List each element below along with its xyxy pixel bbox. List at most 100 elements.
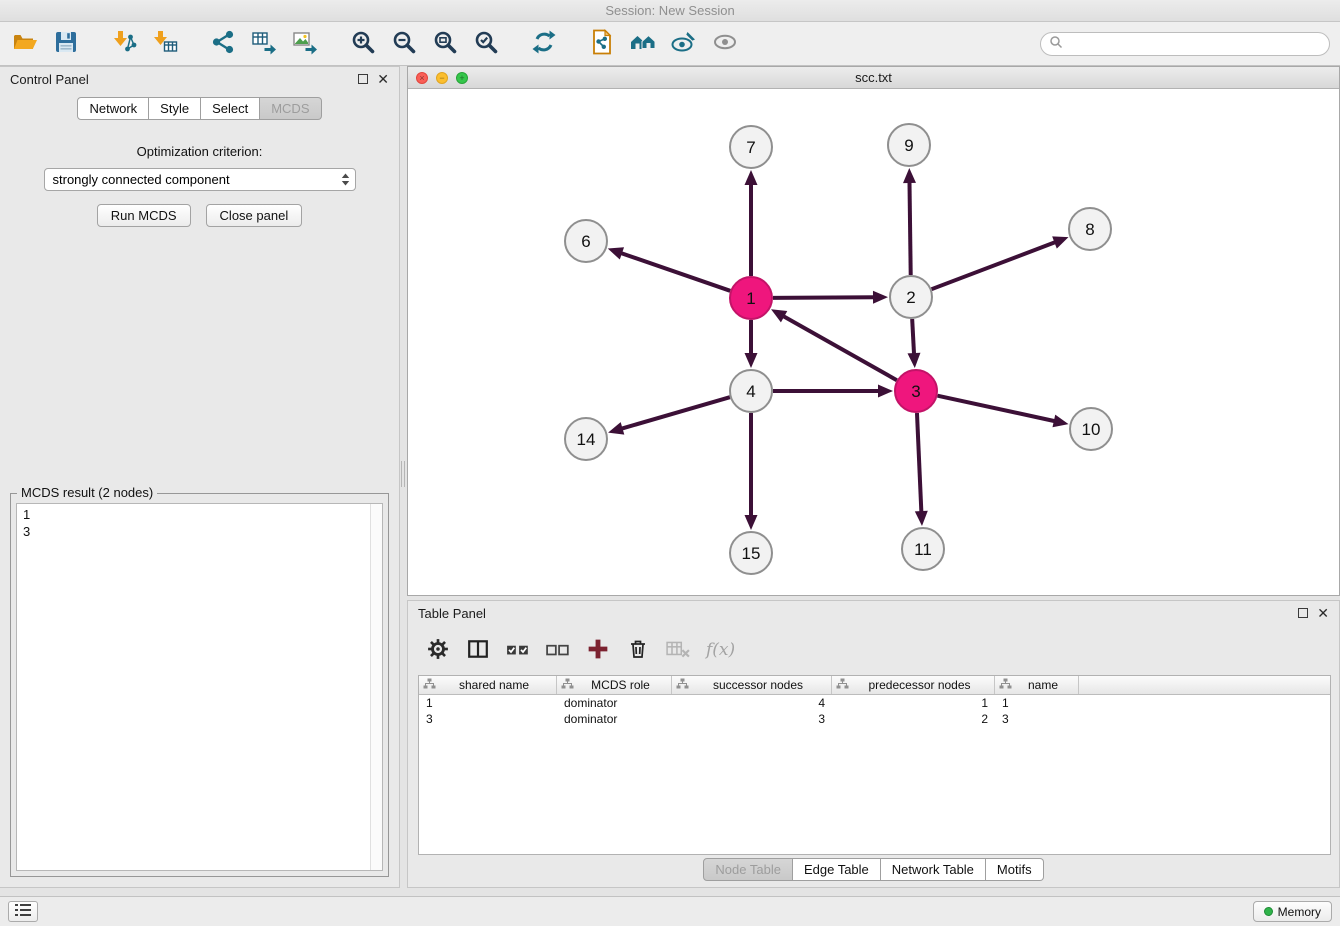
memory-button[interactable]: Memory: [1253, 901, 1332, 922]
graph-node-1[interactable]: 1: [730, 277, 772, 319]
application-window: Session: New Session Control Panel ✕ Net…: [0, 0, 1340, 926]
hide-graphics-button[interactable]: [708, 27, 742, 61]
graph-node-8[interactable]: 8: [1069, 208, 1111, 250]
graph-node-4[interactable]: 4: [730, 370, 772, 412]
memory-label: Memory: [1278, 905, 1321, 919]
column-header-successor-nodes[interactable]: successor nodes: [672, 676, 832, 694]
panel-resize-divider[interactable]: [400, 66, 407, 888]
tab-style[interactable]: Style: [149, 97, 201, 120]
graph-node-10[interactable]: 10: [1070, 408, 1112, 450]
criterion-dropdown[interactable]: strongly connected component: [44, 168, 356, 191]
close-panel-icon[interactable]: ✕: [377, 72, 389, 86]
show-panels-button[interactable]: [8, 901, 38, 922]
copy-network-button[interactable]: [585, 27, 619, 61]
graph-edge-2-8[interactable]: [932, 242, 1057, 289]
network-window: scc.txt × − + 7 9 6 8 1 2 4 3 14 10 15 11: [407, 66, 1340, 596]
tab-select[interactable]: Select: [201, 97, 260, 120]
select-all-icon: [506, 638, 530, 663]
graph-node-3[interactable]: 3: [895, 370, 937, 412]
graph-node-9[interactable]: 9: [888, 124, 930, 166]
graph-edge-3-11[interactable]: [917, 413, 921, 513]
graph-node-15[interactable]: 15: [730, 532, 772, 574]
column-header-mcds-role[interactable]: MCDS role: [557, 676, 672, 694]
close-window-icon[interactable]: ×: [416, 72, 428, 84]
graph-edge-2-9[interactable]: [909, 181, 910, 275]
show-graphics-button[interactable]: [667, 27, 701, 61]
search-input[interactable]: [1068, 34, 1319, 54]
export-image-button[interactable]: [288, 27, 322, 61]
minimize-window-icon[interactable]: −: [436, 72, 448, 84]
tab-network-table[interactable]: Network Table: [881, 858, 986, 881]
export-table-button[interactable]: [247, 27, 281, 61]
window-titlebar[interactable]: Session: New Session: [0, 0, 1340, 22]
tab-motifs[interactable]: Motifs: [986, 858, 1044, 881]
import-table-button[interactable]: [148, 27, 182, 61]
refresh-layout-icon: [531, 29, 557, 58]
graph-edge-1-6[interactable]: [620, 253, 730, 291]
zoom-in-button[interactable]: [346, 27, 380, 61]
network-canvas[interactable]: 7 9 6 8 1 2 4 3 14 10 15 11: [408, 89, 1339, 595]
import-network-button[interactable]: [107, 27, 141, 61]
edge-arrowhead: [873, 291, 888, 304]
new-network-button[interactable]: [206, 27, 240, 61]
graph-edge-3-10[interactable]: [937, 396, 1055, 422]
gear-button[interactable]: [426, 637, 450, 663]
control-panel-title: Control Panel: [10, 72, 89, 87]
graph-node-6[interactable]: 6: [565, 220, 607, 262]
close-table-panel-icon[interactable]: ✕: [1317, 606, 1329, 620]
control-panel-tabs: NetworkStyleSelectMCDS: [0, 97, 399, 120]
home-neighbors-icon: [630, 29, 656, 58]
zoom-fit-button[interactable]: [428, 27, 462, 61]
column-header-predecessor-nodes[interactable]: predecessor nodes: [832, 676, 995, 694]
function-builder-button[interactable]: f(x): [706, 637, 735, 663]
mcds-result-box: MCDS result (2 nodes) 13: [10, 493, 389, 877]
graph-node-7[interactable]: 7: [730, 126, 772, 168]
zoom-out-button[interactable]: [387, 27, 421, 61]
select-all-button[interactable]: [506, 637, 530, 663]
graph-node-2[interactable]: 2: [890, 276, 932, 318]
float-panel-icon[interactable]: [358, 74, 368, 84]
columns-button[interactable]: [466, 637, 490, 663]
float-table-panel-icon[interactable]: [1298, 608, 1308, 618]
column-attribute-icon: [999, 678, 1012, 692]
tab-node-table[interactable]: Node Table: [703, 858, 793, 881]
tab-edge-table[interactable]: Edge Table: [793, 858, 881, 881]
delete-button[interactable]: [626, 637, 650, 663]
delete-table-icon: [666, 638, 690, 663]
tab-mcds[interactable]: MCDS: [260, 97, 321, 120]
graph-edge-3-1[interactable]: [782, 316, 896, 381]
search-icon: [1049, 35, 1063, 54]
graph-edge-4-14[interactable]: [621, 397, 730, 429]
add-column-button[interactable]: [586, 637, 610, 663]
column-attribute-icon: [423, 678, 436, 692]
home-neighbors-button[interactable]: [626, 27, 660, 61]
tab-network[interactable]: Network: [77, 97, 149, 120]
table-row[interactable]: 3dominator323: [419, 711, 1330, 727]
graph-edge-2-3[interactable]: [912, 319, 914, 355]
graph-node-11[interactable]: 11: [902, 528, 944, 570]
close-panel-button[interactable]: Close panel: [206, 204, 303, 227]
column-header-shared-name[interactable]: shared name: [419, 676, 557, 694]
run-mcds-button[interactable]: Run MCDS: [97, 204, 191, 227]
zoom-window-icon[interactable]: +: [456, 72, 468, 84]
graph-node-14[interactable]: 14: [565, 418, 607, 460]
edge-arrowhead: [608, 247, 624, 259]
delete-table-button[interactable]: [666, 637, 690, 663]
save-session-icon: [53, 29, 79, 58]
column-header-name[interactable]: name: [995, 676, 1079, 694]
save-session-button[interactable]: [49, 27, 83, 61]
mcds-result-list[interactable]: 13: [16, 503, 383, 871]
zoom-selected-button[interactable]: [469, 27, 503, 61]
toolbar-group: [585, 27, 742, 61]
result-scrollbar[interactable]: [370, 504, 382, 870]
network-window-titlebar[interactable]: scc.txt × − +: [408, 67, 1339, 89]
edge-arrowhead: [745, 170, 758, 185]
window-title: Session: New Session: [605, 3, 734, 18]
svg-text:1: 1: [746, 289, 755, 308]
graph-edge-1-2[interactable]: [773, 297, 875, 298]
refresh-layout-button[interactable]: [527, 27, 561, 61]
deselect-all-button[interactable]: [546, 637, 570, 663]
open-file-button[interactable]: [8, 27, 42, 61]
search-field[interactable]: [1040, 32, 1330, 56]
table-row[interactable]: 1dominator411: [419, 695, 1330, 711]
